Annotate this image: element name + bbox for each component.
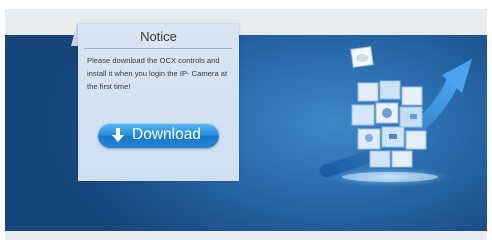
- notice-message: Please download the OCX controls and ins…: [87, 56, 228, 91]
- download-button-label: Download: [132, 126, 201, 143]
- footer-band: [5, 231, 487, 240]
- notice-title: Notice: [140, 29, 177, 44]
- notice-divider: [84, 48, 232, 49]
- download-button[interactable]: Download: [98, 123, 219, 148]
- download-arrow-icon: [112, 128, 124, 142]
- login-page: Notice Please download the OCX controls …: [0, 0, 492, 240]
- camera-cube-graphic: [319, 46, 472, 187]
- notice-panel: Notice Please download the OCX controls …: [78, 24, 239, 181]
